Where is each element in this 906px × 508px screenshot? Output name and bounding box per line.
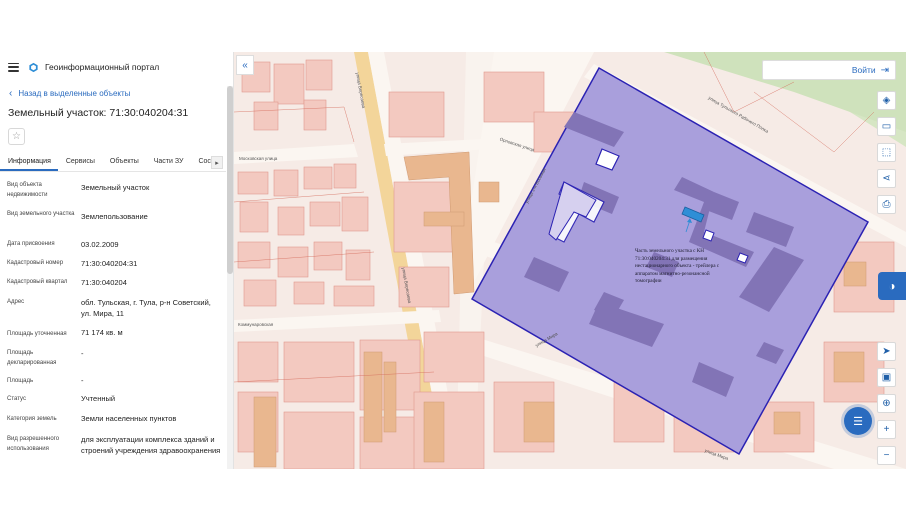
login-label: Войти — [851, 65, 876, 75]
attr-value: Учтенный — [81, 394, 116, 403]
attr-key: Статус — [7, 396, 26, 402]
share-icon[interactable]: ⋖ — [877, 169, 896, 188]
attr-key: Адрес — [7, 299, 25, 305]
attr-key: Вид разрешенного использования — [7, 436, 60, 452]
attr-value: Земли населенных пунктов — [81, 414, 177, 423]
attr-value: 71:30:040204 — [81, 278, 127, 287]
page-title: Земельный участок: 71:30:040204:31 — [8, 107, 189, 119]
attr-key: Дата присвоения — [7, 241, 55, 247]
attr-value: 71 174 кв. м — [81, 328, 123, 337]
ruler-icon[interactable]: ▭ — [877, 117, 896, 136]
attr-key: Кадастровый квартал — [7, 279, 68, 285]
attr-value: для эксплуатации комплекса зданий и стро… — [81, 435, 221, 455]
attr-value: обл. Тульская, г. Тула, р-н Советский, у… — [81, 298, 211, 318]
portal-logo-icon — [29, 62, 38, 72]
login-button[interactable]: Войти ⇥ — [762, 60, 896, 80]
map-svg — [234, 52, 906, 469]
tab-bar: Информация Сервисы Объекты Части ЗУ Сост… — [0, 152, 226, 172]
back-link[interactable]: ‹ Назад в выделенные объекты — [9, 88, 130, 99]
bookmark-icon[interactable]: ▣ — [877, 368, 896, 387]
app-window: Геоинформационный портал ‹ Назад в выдел… — [0, 52, 906, 469]
map-canvas[interactable]: улица Вересаева Орловская улица улица 2-… — [234, 52, 906, 469]
attr-key: Категория земель — [7, 416, 57, 422]
chat-button[interactable]: ☰ — [844, 407, 872, 435]
collapse-panel-icon[interactable]: « — [236, 55, 254, 75]
side-panel-logo-icon[interactable]: ◑ — [878, 272, 906, 300]
login-icon: ⇥ — [880, 64, 889, 76]
chat-icon: ☰ — [853, 415, 863, 428]
tab-parts[interactable]: Части ЗУ — [146, 158, 191, 171]
attr-key: Вид земельного участка — [7, 211, 75, 217]
attr-value: 03.02.2009 — [81, 240, 119, 249]
attr-key: Вид объекта недвижимости — [7, 182, 48, 198]
tab-services[interactable]: Сервисы — [58, 158, 102, 171]
header-bar: Геоинформационный портал — [0, 52, 233, 82]
layers-icon[interactable]: ◈ — [877, 91, 896, 110]
search-map-icon[interactable]: ⊕ — [877, 394, 896, 413]
print-icon[interactable]: ⎙ — [877, 195, 896, 214]
sidebar-scrollbar-thumb[interactable] — [227, 86, 233, 274]
tab-scroll-right-icon[interactable]: ▸ — [211, 156, 223, 169]
attr-value: Землепользование — [81, 212, 148, 221]
street-label: Коммунаровская — [238, 322, 274, 327]
favorite-star-icon[interactable]: ☆ — [8, 128, 25, 145]
attr-key: Площадь декларированная — [7, 350, 57, 366]
hamburger-icon[interactable] — [8, 62, 19, 72]
zoom-out-icon[interactable]: − — [877, 446, 896, 465]
attr-value: - — [81, 349, 84, 358]
tab-info[interactable]: Информация — [0, 158, 58, 171]
attr-key: Площадь — [7, 378, 34, 384]
street-label: Московская улица — [239, 156, 278, 161]
attr-value: - — [81, 376, 84, 385]
attr-value: Земельный участок — [81, 183, 150, 192]
attr-value: 71:30:040204:31 — [81, 259, 138, 268]
tab-objects[interactable]: Объекты — [102, 158, 146, 171]
back-link-label: Назад в выделенные объекты — [18, 89, 131, 98]
sidebar: Геоинформационный портал ‹ Назад в выдел… — [0, 52, 234, 469]
map-annotation: Часть земельного участка с КН 71:30:0402… — [635, 248, 720, 284]
select-area-icon[interactable]: ⬚ — [877, 143, 896, 162]
portal-title: Геоинформационный портал — [45, 62, 160, 72]
attr-key: Кадастровый номер — [7, 260, 64, 266]
location-arrow-icon[interactable]: ➤ — [877, 342, 896, 361]
zoom-in-icon[interactable]: + — [877, 420, 896, 439]
chevron-left-icon: ‹ — [9, 88, 13, 99]
attr-key: Площадь уточненная — [7, 331, 67, 337]
